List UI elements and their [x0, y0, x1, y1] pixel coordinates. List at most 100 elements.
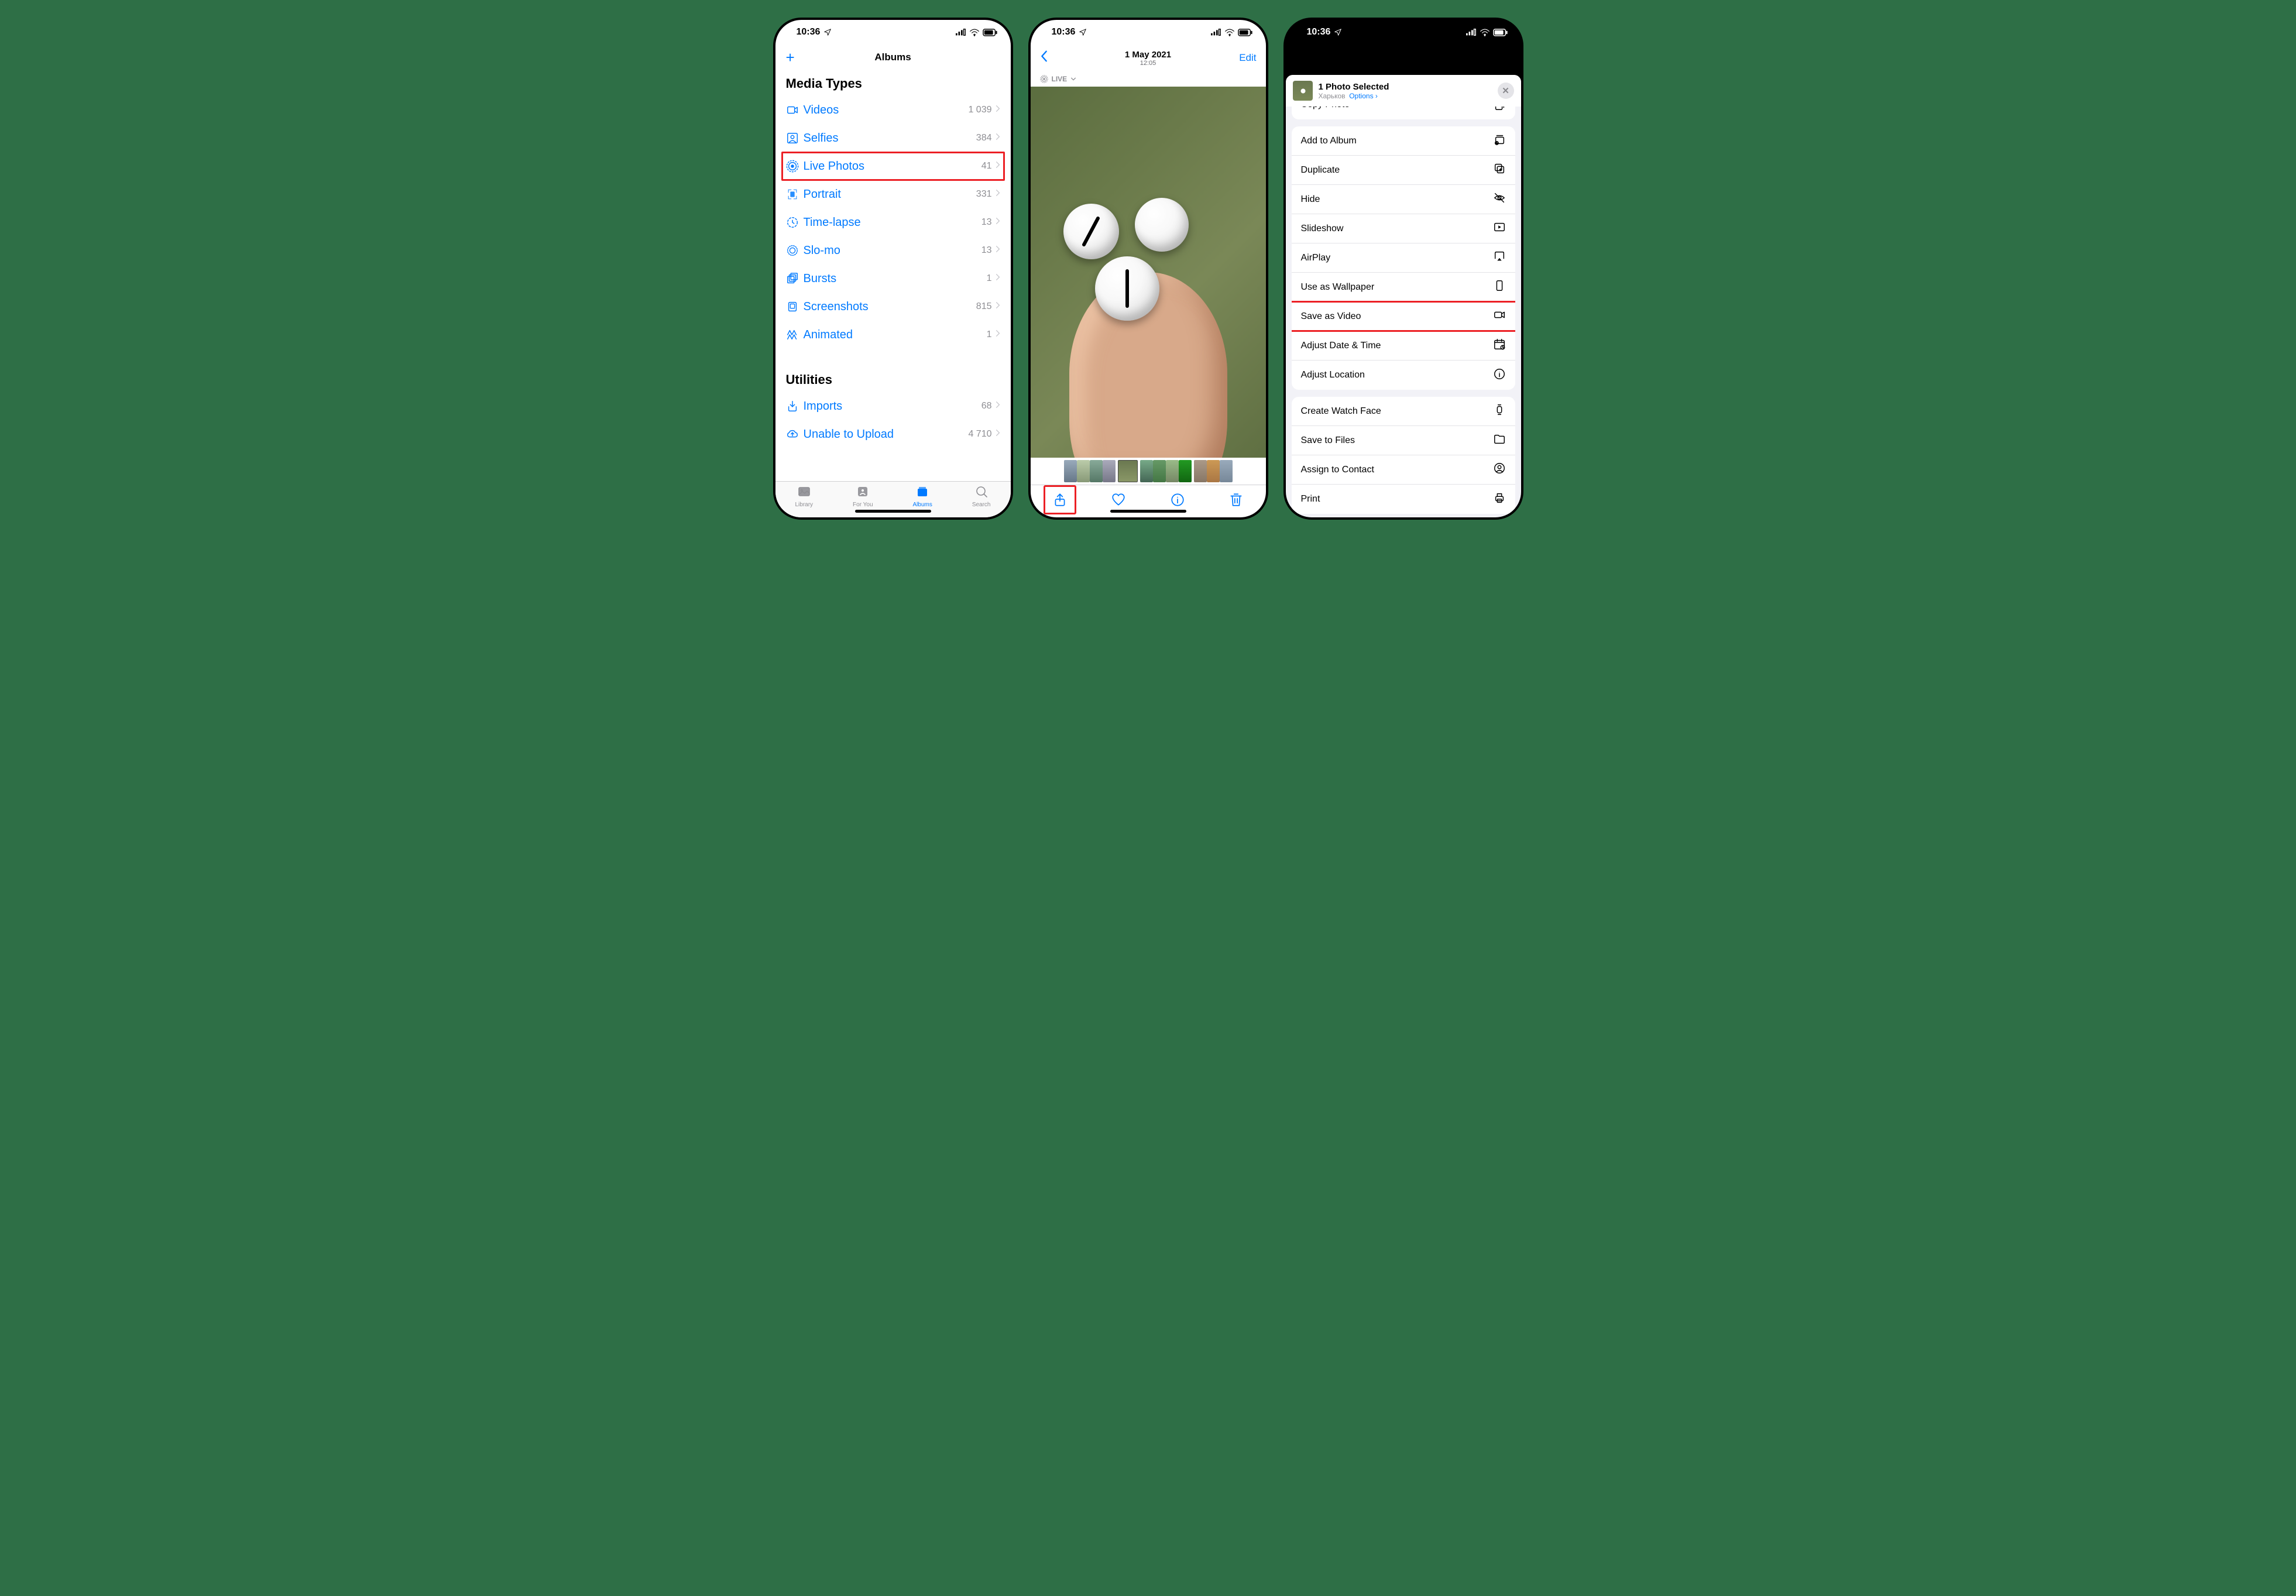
add-button[interactable]: +: [786, 50, 795, 65]
chevron-right-icon: [996, 401, 1000, 411]
close-button[interactable]: ✕: [1498, 83, 1514, 99]
status-time: 10:36: [797, 27, 821, 37]
share-sheet-body[interactable]: Copy Photo Add to Album Duplicate Hide Slid…: [1286, 107, 1521, 517]
row-count: 41: [981, 161, 992, 171]
action-adjust-date-time[interactable]: Adjust Date & Time: [1292, 331, 1515, 361]
action-label: Add to Album: [1301, 136, 1357, 146]
chevron-right-icon: [996, 105, 1000, 115]
album-icon: [1493, 133, 1506, 149]
nav-title: Albums: [874, 52, 911, 63]
home-indicator[interactable]: [855, 510, 931, 513]
album-list[interactable]: Media Types Videos1 039Selfies384Live Ph…: [775, 70, 1011, 481]
live-label: LIVE: [1052, 75, 1068, 83]
main-photo[interactable]: [1031, 87, 1266, 458]
album-row-live-photos[interactable]: Live Photos41: [786, 152, 1000, 180]
row-icon: [786, 328, 804, 341]
album-row-bursts[interactable]: Bursts1: [786, 265, 1000, 293]
favorite-button[interactable]: [1104, 487, 1133, 513]
photo-nav-bar: 1 May 2021 12:05 Edit: [1031, 44, 1266, 71]
row-label: Time-lapse: [804, 216, 981, 229]
row-label: Portrait: [804, 188, 976, 201]
action-save-to-files[interactable]: Save to Files: [1292, 426, 1515, 455]
info-button[interactable]: [1163, 487, 1192, 513]
options-link[interactable]: Options ›: [1349, 92, 1378, 100]
row-count: 384: [976, 133, 992, 143]
tab-search[interactable]: Search: [972, 485, 991, 508]
row-label: Slo-mo: [804, 244, 981, 258]
live-photo-badge[interactable]: LIVE: [1031, 71, 1266, 87]
action-airplay[interactable]: AirPlay: [1292, 243, 1515, 273]
phone-screen-share-sheet: 10:36 1 Photo Selected Харьков Options ›…: [1283, 18, 1523, 520]
album-row-screenshots[interactable]: Screenshots815: [786, 293, 1000, 321]
phone-screen-photo-detail: 10:36 1 May 2021 12:05 Edit LIVE: [1028, 18, 1268, 520]
wifi-icon: [969, 29, 980, 36]
action-create-watch-face[interactable]: Create Watch Face: [1292, 397, 1515, 426]
photo-viewer[interactable]: [1031, 87, 1266, 485]
action-label: Save to Files: [1301, 435, 1355, 446]
action-label: Adjust Location: [1301, 370, 1365, 380]
status-bar: 10:36: [1031, 20, 1266, 44]
album-row-portrait[interactable]: Portrait331: [786, 180, 1000, 208]
row-label: Screenshots: [804, 300, 976, 314]
home-indicator[interactable]: [1365, 510, 1442, 513]
tab-label: Albums: [912, 502, 932, 508]
action-add-to-album[interactable]: Add to Album: [1292, 126, 1515, 156]
album-row-time-lapse[interactable]: Time-lapse13: [786, 208, 1000, 236]
chevron-right-icon: [996, 273, 1000, 284]
cellular-icon: [1466, 29, 1477, 36]
row-count: 68: [981, 401, 992, 411]
action-label: Hide: [1301, 194, 1320, 205]
album-row-animated[interactable]: Animated1: [786, 321, 1000, 349]
row-label: Selfies: [804, 132, 976, 145]
chevron-right-icon: [996, 330, 1000, 340]
album-row-slo-mo[interactable]: Slo-mo13: [786, 236, 1000, 265]
album-row-videos[interactable]: Videos1 039: [786, 96, 1000, 124]
row-count: 1: [987, 273, 992, 284]
album-row-imports[interactable]: Imports68: [786, 392, 1000, 420]
album-row-unable-to-upload[interactable]: Unable to Upload4 710: [786, 420, 1000, 448]
delete-button[interactable]: [1221, 487, 1251, 513]
back-button[interactable]: [1040, 50, 1048, 67]
action-group: Add to Album Duplicate Hide Slideshow AirPla…: [1292, 126, 1515, 390]
row-icon: [786, 216, 804, 229]
action-hide[interactable]: Hide: [1292, 185, 1515, 214]
action-slideshow[interactable]: Slideshow: [1292, 214, 1515, 243]
action-label: Create Watch Face: [1301, 406, 1381, 417]
action-duplicate[interactable]: Duplicate: [1292, 156, 1515, 185]
watch-icon: [1493, 403, 1506, 419]
live-icon: [1040, 75, 1048, 83]
photo-scrubber[interactable]: [1031, 458, 1266, 485]
tab-library[interactable]: Library: [795, 485, 813, 508]
action-group: Create Watch Face Save to Files Assign to …: [1292, 397, 1515, 514]
tab-for-you[interactable]: For You: [853, 485, 873, 508]
action-assign-to-contact[interactable]: Assign to Contact: [1292, 455, 1515, 485]
row-icon: [786, 428, 804, 441]
action-copy-photo[interactable]: Copy Photo: [1292, 107, 1515, 119]
share-button[interactable]: [1045, 487, 1075, 513]
wallpaper-icon: [1493, 279, 1506, 295]
row-label: Animated: [804, 328, 987, 342]
tab-label: Library: [795, 502, 813, 508]
home-indicator[interactable]: [1110, 510, 1186, 513]
copy-icon: [1493, 107, 1506, 111]
row-icon: [786, 272, 804, 285]
tab-icon: [974, 485, 989, 500]
tab-albums[interactable]: Albums: [912, 485, 932, 508]
action-adjust-location[interactable]: Adjust Location: [1292, 361, 1515, 390]
tab-icon: [855, 485, 870, 500]
photo-time: 12:05: [1125, 60, 1171, 67]
share-sheet-header: 1 Photo Selected Харьков Options › ✕: [1286, 75, 1521, 107]
status-time: 10:36: [1307, 27, 1331, 37]
action-label: Use as Wallpaper: [1301, 282, 1375, 293]
action-use-as-wallpaper[interactable]: Use as Wallpaper: [1292, 273, 1515, 302]
edit-button[interactable]: Edit: [1239, 52, 1256, 64]
row-count: 1: [987, 330, 992, 340]
action-label: Slideshow: [1301, 224, 1344, 234]
section-utilities: Utilities: [786, 372, 1000, 387]
location-arrow-icon: [1079, 28, 1087, 36]
tab-label: For You: [853, 502, 873, 508]
action-save-as-video[interactable]: Save as Video: [1292, 302, 1515, 331]
share-sheet[interactable]: 1 Photo Selected Харьков Options › ✕ Cop…: [1286, 75, 1521, 517]
chevron-right-icon: [996, 189, 1000, 200]
album-row-selfies[interactable]: Selfies384: [786, 124, 1000, 152]
